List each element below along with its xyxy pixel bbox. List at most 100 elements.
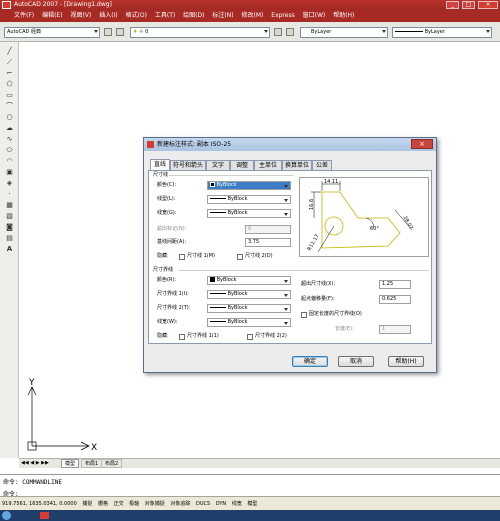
line-icon[interactable]: ╱	[4, 46, 15, 56]
menu-bar: 文件(F) 编辑(E) 视图(V) 插入(I) 格式(O) 工具(T) 绘图(D…	[0, 10, 500, 22]
suppress-dimline2-checkbox[interactable]	[237, 254, 243, 260]
layer-previous-icon[interactable]	[286, 28, 294, 36]
status-ducs[interactable]: DUCS	[194, 497, 212, 511]
minimize-button[interactable]: _	[446, 1, 459, 9]
suppress-extline1-checkbox[interactable]	[179, 334, 185, 340]
arc-icon[interactable]: ⌒	[4, 101, 15, 111]
help-button[interactable]: 帮助(H)	[388, 356, 424, 367]
linetype-select[interactable]: ByLayer	[392, 27, 492, 38]
status-otrack[interactable]: 对象追踪	[168, 497, 192, 511]
menu-draw[interactable]: 绘图(D)	[183, 10, 204, 22]
offset-origin-input[interactable]: 0.625	[379, 295, 411, 304]
preview-dim-radius: R11.17	[307, 234, 321, 252]
chevron-down-icon	[284, 199, 288, 202]
status-grid[interactable]: 栅格	[96, 497, 110, 511]
lines-tab-panel: 尺寸线 颜色(C): ByBlock 线型(L): ByBlock 线宽(G):…	[148, 170, 432, 344]
close-button[interactable]: ×	[478, 1, 498, 9]
tab-alternate-units[interactable]: 换算单位	[282, 160, 312, 170]
status-lineweight[interactable]: 线宽	[230, 497, 244, 511]
layer-select[interactable]: ♦ ☼ 0	[130, 27, 270, 38]
cancel-button[interactable]: 取消	[338, 356, 374, 367]
make-block-icon[interactable]: ◈	[4, 178, 15, 188]
dimline-linetype-select[interactable]: ByBlock	[207, 195, 291, 204]
tab-model[interactable]: 模型	[61, 459, 80, 468]
extline-lineweight-value: ByBlock	[227, 319, 248, 325]
gradient-icon[interactable]: ▧	[4, 211, 15, 221]
ellipse-arc-icon[interactable]: ◠	[4, 156, 15, 166]
start-button-icon[interactable]	[2, 511, 11, 520]
dialog-close-button[interactable]: ×	[411, 139, 433, 149]
ellipse-icon[interactable]: ⬭	[4, 145, 15, 155]
suppress-extline1-label: 尺寸界线 1(1)	[187, 333, 219, 339]
chevron-down-icon	[284, 308, 288, 311]
polyline-icon[interactable]: ⌐	[4, 68, 15, 78]
menu-insert[interactable]: 插入(I)	[99, 10, 117, 22]
point-icon[interactable]: ·	[4, 189, 15, 199]
layer-value: 0	[145, 29, 149, 35]
tab-symbols-arrows[interactable]: 符号和箭头	[170, 160, 206, 170]
dimension-preview: 14.11 16.6 28.07 60° R11.17	[299, 177, 429, 257]
extline-suppress-label: 隐藏:	[157, 333, 169, 339]
fixed-length-input[interactable]: 1	[379, 325, 411, 334]
tab-text[interactable]: 文字	[206, 160, 230, 170]
region-icon[interactable]: ◙	[4, 222, 15, 232]
menu-window[interactable]: 窗口(W)	[303, 10, 326, 22]
construction-line-icon[interactable]: ⟋	[4, 57, 15, 67]
tab-primary-units[interactable]: 主单位	[254, 160, 282, 170]
status-polar[interactable]: 极轴	[127, 497, 141, 511]
tab-fit[interactable]: 调整	[230, 160, 254, 170]
status-ortho[interactable]: 正交	[112, 497, 126, 511]
suppress-dimline1-checkbox[interactable]	[179, 254, 185, 260]
menu-modify[interactable]: 修改(M)	[242, 10, 264, 22]
status-snap[interactable]: 捕捉	[80, 497, 94, 511]
baseline-spacing-input[interactable]: 3.75	[245, 238, 291, 247]
tab-layout2[interactable]: 布局2	[101, 459, 123, 468]
circle-icon[interactable]: ○	[4, 112, 15, 122]
menu-help[interactable]: 帮助(H)	[333, 10, 354, 22]
menu-view[interactable]: 视图(V)	[70, 10, 91, 22]
extend-beyond-input[interactable]: 1.25	[379, 280, 411, 289]
tab-layout1[interactable]: 布局1	[81, 459, 103, 468]
menu-edit[interactable]: 编辑(E)	[42, 10, 62, 22]
color-select[interactable]: ByLayer	[300, 27, 388, 38]
multiline-text-icon[interactable]: A	[4, 244, 15, 254]
insert-block-icon[interactable]: ▣	[4, 167, 15, 177]
fixed-length-checkbox[interactable]	[301, 312, 307, 318]
layer-manager-icon[interactable]	[116, 28, 124, 36]
dimline-lineweight-select[interactable]: ByBlock	[207, 209, 291, 218]
group-divider	[169, 175, 293, 176]
revision-cloud-icon[interactable]: ☁	[4, 123, 15, 133]
extline2-linetype-select[interactable]: ByBlock	[207, 304, 291, 313]
tab-nav-icons[interactable]: ◀◀ ◀ ▶ ▶▶	[21, 460, 49, 466]
extline-color-select[interactable]: ByBlock	[207, 276, 291, 285]
taskbar-autocad-icon[interactable]	[40, 512, 49, 519]
menu-dimension[interactable]: 标注(N)	[212, 10, 233, 22]
maximize-button[interactable]: □	[462, 1, 475, 9]
status-osnap[interactable]: 对象捕捉	[143, 497, 167, 511]
tab-tolerances[interactable]: 公差	[312, 160, 332, 170]
menu-file[interactable]: 文件(F)	[14, 10, 34, 22]
make-current-layer-icon[interactable]	[274, 28, 282, 36]
polygon-icon[interactable]: ⬠	[4, 79, 15, 89]
color-swatch	[210, 182, 215, 187]
tab-lines[interactable]: 直线	[150, 159, 170, 170]
menu-format[interactable]: 格式(O)	[126, 10, 147, 22]
menu-express[interactable]: Express	[271, 10, 294, 22]
extline1-linetype-select[interactable]: ByBlock	[207, 290, 291, 299]
command-line[interactable]: 命令: COMMANDLINE 命令:	[0, 474, 500, 498]
workspace-select[interactable]: AutoCAD 经典	[4, 27, 100, 38]
extline-lineweight-select[interactable]: ByBlock	[207, 318, 291, 327]
hatch-icon[interactable]: ▦	[4, 200, 15, 210]
workspace-settings-icon[interactable]	[104, 28, 112, 36]
suppress-extline2-checkbox[interactable]	[247, 334, 253, 340]
status-model[interactable]: 模型	[245, 497, 259, 511]
color-swatch	[210, 277, 215, 282]
spline-icon[interactable]: ∿	[4, 134, 15, 144]
dimline-extend-input[interactable]: 0	[245, 225, 291, 234]
ok-button[interactable]: 确定	[292, 356, 328, 367]
status-dyn[interactable]: DYN	[214, 497, 228, 511]
rectangle-icon[interactable]: ▭	[4, 90, 15, 100]
menu-tools[interactable]: 工具(T)	[155, 10, 175, 22]
dimline-color-select[interactable]: ByBlock	[207, 181, 291, 190]
table-icon[interactable]: ▤	[4, 233, 15, 243]
